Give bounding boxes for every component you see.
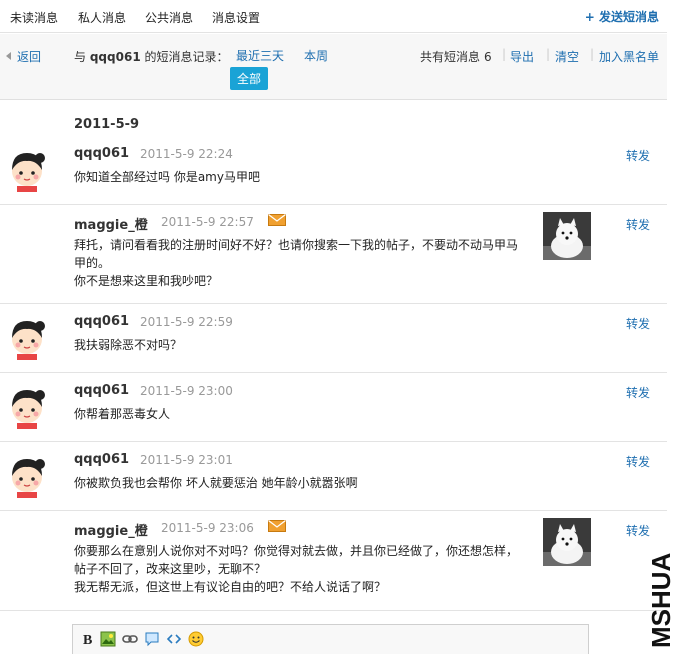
- message-time: 2011-5-9 22:24: [140, 147, 233, 161]
- blacklist-link[interactable]: 加入黑名单: [599, 48, 659, 65]
- dog-avatar-icon[interactable]: [543, 518, 591, 566]
- record-suffix: 的短消息记录：: [144, 50, 229, 64]
- envelope-icon[interactable]: [268, 520, 286, 532]
- record-title: 与 qqq061 的短消息记录：: [74, 48, 229, 65]
- message-text: 拜托，请问看看我的注册时间好不好？也请你搜索一下我的帖子，不要动不动马甲马 甲的…: [74, 236, 534, 290]
- conversation-toolbar: 返回 与 qqq061 的短消息记录： 最近三天 本周 全部 共有短消息 6 | …: [0, 34, 667, 100]
- forward-link[interactable]: 转发: [626, 384, 650, 401]
- girl-avatar-icon[interactable]: [3, 381, 51, 429]
- message-author[interactable]: maggie_橙: [74, 214, 148, 233]
- message-line: 拜托，请问看看我的注册时间好不好？也请你搜索一下我的帖子，不要动不动马甲马: [74, 238, 519, 252]
- message-line: 我无帮无派，但这世上有议论自由的吧？不给人说话了啊？: [74, 580, 387, 594]
- message-line: 你不是想来这里和我吵吧？: [74, 274, 219, 288]
- message-tabs: 未读消息 私人消息 公共消息 消息设置 + 发送短消息: [0, 0, 667, 33]
- filter-this-week[interactable]: 本周: [304, 47, 328, 64]
- message-line: 你知道全部经过吗 你是amy马甲吧: [74, 170, 260, 184]
- message-time: 2011-5-9 23:00: [140, 384, 233, 398]
- tab-public[interactable]: 公共消息: [145, 9, 193, 26]
- message-item: qqq061 2011-5-9 23:00 你帮着那恶毒女人 转发: [0, 373, 667, 442]
- girl-avatar-icon[interactable]: [3, 312, 51, 360]
- girl-avatar-icon[interactable]: [3, 450, 51, 498]
- clear-link[interactable]: 清空: [555, 48, 579, 65]
- message-text: 我扶弱除恶不对吗？: [74, 336, 534, 354]
- filter-last-three-days[interactable]: 最近三天: [236, 47, 284, 64]
- message-time: 2011-5-9 23:06: [161, 521, 254, 535]
- message-line: 甲的。: [74, 256, 111, 270]
- message-author[interactable]: qqq061: [74, 314, 129, 329]
- quote-icon[interactable]: [144, 631, 160, 647]
- message-time: 2011-5-9 22:57: [161, 215, 254, 229]
- message-item: qqq061 2011-5-9 23:01 你被欺负我也会帮你 坏人就要惩治 她…: [0, 442, 667, 511]
- envelope-icon[interactable]: [268, 214, 286, 226]
- svg-text:B: B: [83, 633, 92, 647]
- dog-avatar-icon[interactable]: [543, 212, 591, 260]
- tab-unread[interactable]: 未读消息: [10, 9, 58, 26]
- message-item: maggie_橙 2011-5-9 23:06 你要那么在意别人说你对不对吗？你…: [0, 511, 667, 611]
- message-line: 我扶弱除恶不对吗？: [74, 338, 183, 352]
- count-label: 共有短消息: [420, 50, 481, 64]
- back-arrow-icon: [6, 52, 11, 60]
- girl-avatar-icon[interactable]: [3, 144, 51, 192]
- partner-name: qqq061: [89, 50, 141, 64]
- forward-link[interactable]: 转发: [626, 522, 650, 539]
- tab-private[interactable]: 私人消息: [78, 9, 126, 26]
- message-time: 2011-5-9 23:01: [140, 453, 233, 467]
- message-item: qqq061 2011-5-9 22:59 我扶弱除恶不对吗？ 转发: [0, 304, 667, 373]
- export-link[interactable]: 导出: [510, 48, 534, 65]
- watermark-text: MSHUA: [646, 552, 676, 648]
- back-label: 返回: [17, 50, 42, 64]
- image-icon[interactable]: [100, 631, 116, 647]
- count-value: 6: [484, 50, 492, 64]
- mshua-watermark: MSHUA: [646, 552, 676, 648]
- message-text: 你知道全部经过吗 你是amy马甲吧: [74, 168, 534, 186]
- forward-link[interactable]: 转发: [626, 216, 650, 233]
- message-author[interactable]: qqq061: [74, 452, 129, 467]
- bold-icon[interactable]: B: [80, 631, 96, 647]
- divider: |: [590, 47, 595, 61]
- filter-all-button[interactable]: 全部: [230, 67, 269, 90]
- message-author[interactable]: maggie_橙: [74, 520, 148, 539]
- message-text: 你被欺负我也会帮你 坏人就要惩治 她年龄小就嚣张啊: [74, 474, 534, 492]
- smiley-icon[interactable]: [188, 631, 204, 647]
- forward-link[interactable]: 转发: [626, 453, 650, 470]
- tab-settings[interactable]: 消息设置: [212, 9, 260, 26]
- message-text: 你帮着那恶毒女人: [74, 405, 534, 423]
- message-line: 你要那么在意别人说你对不对吗？你觉得对就去做，并且你已经做了，你还想怎样，: [74, 544, 519, 558]
- back-link[interactable]: 返回: [6, 48, 41, 65]
- message-line: 帖子不回了，改来这里吵，无聊不？: [74, 562, 267, 576]
- message-count: 共有短消息 6: [420, 48, 492, 65]
- forward-link[interactable]: 转发: [626, 315, 650, 332]
- code-icon[interactable]: [166, 631, 182, 647]
- message-item: maggie_橙 2011-5-9 22:57 拜托，请问看看我的注册时间好不好…: [0, 205, 667, 304]
- message-author[interactable]: qqq061: [74, 146, 129, 161]
- record-prefix: 与: [74, 50, 87, 64]
- divider: |: [546, 47, 551, 61]
- link-icon[interactable]: [122, 631, 138, 647]
- date-heading: 2011-5-9: [74, 117, 140, 132]
- message-text: 你要那么在意别人说你对不对吗？你觉得对就去做，并且你已经做了，你还想怎样， 帖子…: [74, 542, 534, 596]
- message-time: 2011-5-9 22:59: [140, 315, 233, 329]
- reply-editor: B: [72, 624, 589, 654]
- message-item: qqq061 2011-5-9 22:24 你知道全部经过吗 你是amy马甲吧 …: [0, 136, 667, 205]
- send-message-link[interactable]: + 发送短消息: [585, 8, 659, 25]
- message-author[interactable]: qqq061: [74, 383, 129, 398]
- message-line: 你帮着那恶毒女人: [74, 407, 171, 421]
- message-line: 你被欺负我也会帮你 坏人就要惩治 她年龄小就嚣张啊: [74, 476, 358, 490]
- divider: |: [502, 47, 507, 61]
- forward-link[interactable]: 转发: [626, 147, 650, 164]
